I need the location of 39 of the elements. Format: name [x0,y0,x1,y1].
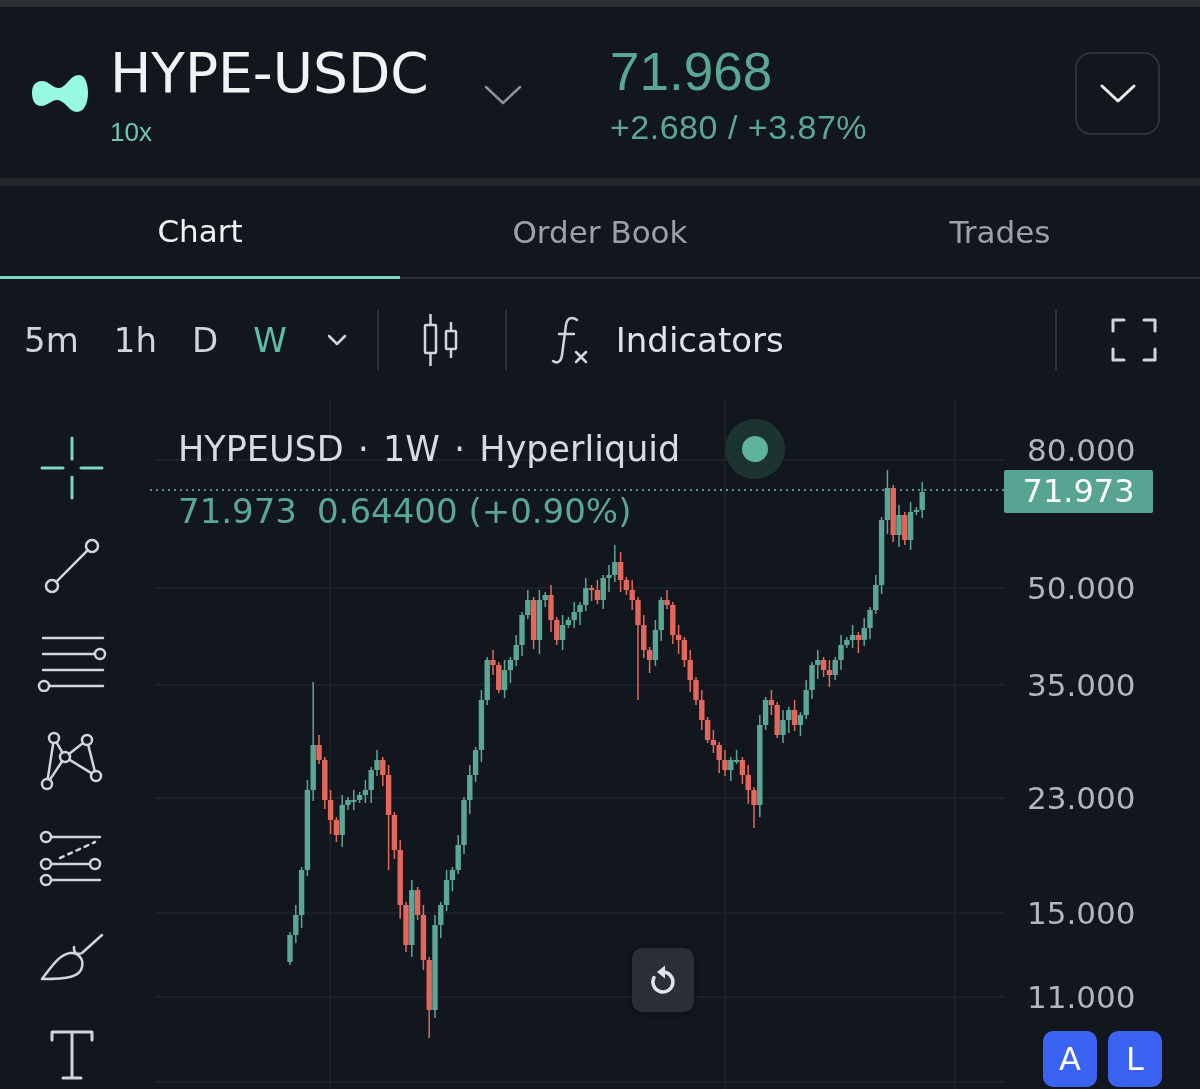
fullscreen-icon[interactable] [1111,317,1157,362]
tab[interactable]: Trades [800,186,1200,279]
text-tool-icon[interactable] [50,1028,94,1081]
reset-button[interactable] [632,948,694,1012]
change-value: 0.64400 (+0.90%) [316,491,632,531]
node-pattern-icon[interactable] [40,731,104,792]
close-value: 71.973 [178,491,297,531]
parallel-lines-icon[interactable] [37,634,107,693]
axis-label: 80.000 [1027,432,1136,468]
price-change: +2.680 / +3.87% [610,107,868,147]
timeframe-option[interactable]: W [253,317,287,362]
brush-icon[interactable] [40,931,104,982]
reset-icon [648,965,678,995]
scale-button[interactable]: A [1043,1031,1097,1087]
symbol-legend: HYPEUSD · 1W · Hyperliquid [178,426,681,472]
market-symbol[interactable]: HYPE-USDC [110,43,429,103]
expand-button[interactable] [1075,52,1160,135]
logo-icon [32,73,88,113]
axis-label: 11.000 [1027,979,1136,1015]
chevron-down-icon[interactable] [326,333,347,346]
tab[interactable]: Chart [0,186,400,279]
axis-label: 15.000 [1027,895,1136,931]
status-dot-icon [725,419,786,479]
scale-button[interactable]: L [1108,1031,1162,1087]
axis-label: 35.000 [1027,667,1136,703]
function-icon [549,314,590,365]
chevron-down-icon [1099,83,1136,104]
price-tag: 71.973 [1004,470,1153,513]
leverage-label: 10x [110,117,152,147]
tab[interactable]: Order Book [400,186,800,279]
timeframe-option[interactable]: D [191,317,219,362]
timeframe-option[interactable]: 5m [24,317,79,362]
crosshair-icon[interactable] [40,435,104,500]
axis-label: 50.000 [1027,570,1136,606]
chevron-down-icon[interactable] [484,85,522,105]
timeframe-option[interactable]: 1h [113,317,157,362]
last-price: 71.968 [610,43,773,101]
axis-label: 23.000 [1027,780,1136,816]
indicators-button[interactable]: Indicators [549,314,784,365]
